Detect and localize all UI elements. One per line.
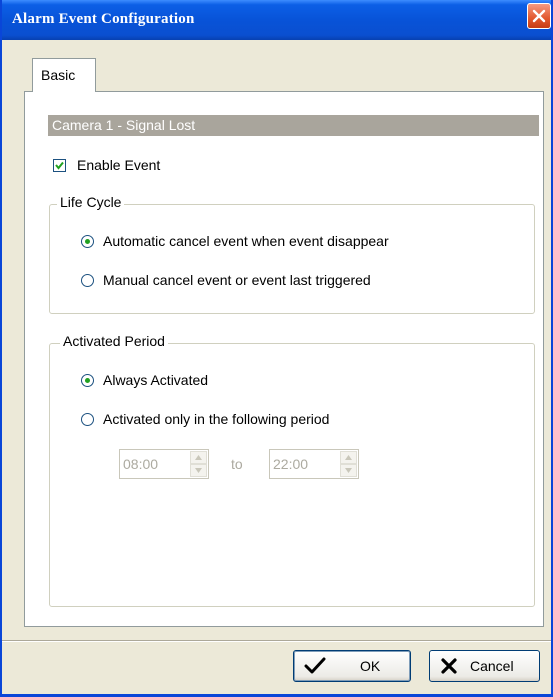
manual-cancel-label[interactable]: Manual cancel event or event last trigge… [103,272,371,288]
life-cycle-group [49,204,535,314]
manual-cancel-radio[interactable] [81,274,94,287]
cancel-button[interactable]: Cancel [429,650,540,682]
activated-period-only-radio[interactable] [81,413,94,426]
window-title: Alarm Event Configuration [12,11,195,27]
activated-period-only-label[interactable]: Activated only in the following period [103,411,329,427]
tab-basic[interactable]: Basic [32,58,96,92]
checkmark-icon [55,161,64,170]
arrow-up-icon [345,455,352,460]
start-time-up-button[interactable] [190,451,207,464]
automatic-cancel-label[interactable]: Automatic cancel event when event disapp… [103,233,389,249]
start-time-value: 08:00 [123,456,159,472]
cancel-label: Cancel [470,658,514,674]
life-cycle-title: Life Cycle [57,194,125,210]
button-separator [2,640,551,642]
enable-event-checkbox[interactable] [53,159,66,172]
event-header-text: Camera 1 - Signal Lost [52,117,196,133]
activated-period-title: Activated Period [60,333,168,349]
start-time-spinner[interactable]: 08:00 [119,449,209,479]
title-bar[interactable]: Alarm Event Configuration [2,0,551,40]
end-time-value: 22:00 [273,456,309,472]
arrow-up-icon [195,455,202,460]
event-header: Camera 1 - Signal Lost [48,115,539,136]
radio-selected-dot [85,239,90,244]
tab-basic-label: Basic [41,67,76,83]
dialog-window: Alarm Event Configuration Basic Camera 1… [0,0,553,697]
arrow-down-icon [195,468,202,473]
enable-event-label[interactable]: Enable Event [77,157,160,173]
close-button[interactable] [527,3,551,29]
checkmark-icon [304,657,326,674]
end-time-down-button[interactable] [340,464,357,477]
close-icon [532,9,546,23]
radio-selected-dot [85,378,90,383]
x-icon [441,658,457,674]
automatic-cancel-radio[interactable] [81,235,94,248]
ok-label: OK [360,658,381,674]
end-time-spinner[interactable]: 22:00 [269,449,359,479]
end-time-up-button[interactable] [340,451,357,464]
ok-button[interactable]: OK [293,650,411,682]
start-time-down-button[interactable] [190,464,207,477]
always-activated-label[interactable]: Always Activated [103,372,208,388]
arrow-down-icon [345,468,352,473]
to-label: to [231,456,243,472]
always-activated-radio[interactable] [81,374,94,387]
